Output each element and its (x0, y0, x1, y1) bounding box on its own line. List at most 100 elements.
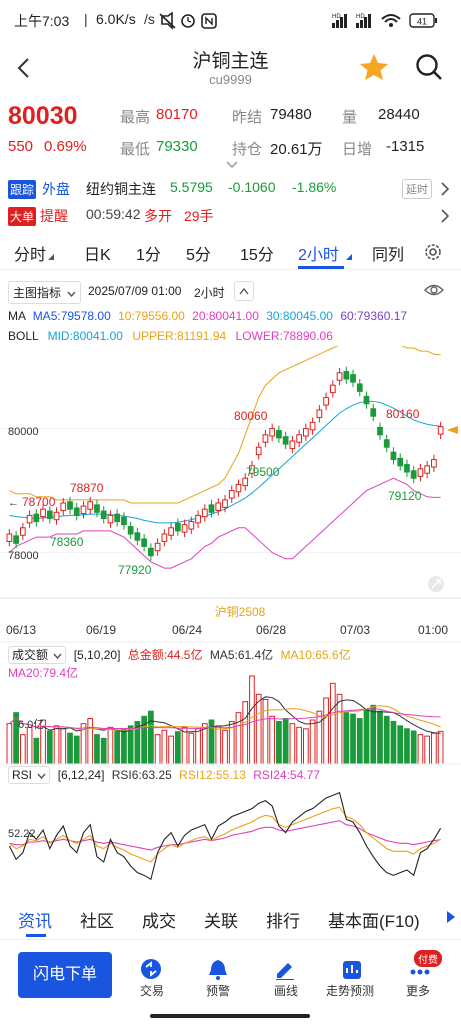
chevron-right-icon (441, 209, 450, 223)
volume-total: 总金额:44.5亿 (127, 648, 203, 662)
home-indicator (150, 1014, 310, 1018)
candle-body (377, 426, 383, 436)
trend-forecast-icon[interactable] (340, 958, 364, 980)
candle-body (410, 470, 417, 479)
search-icon[interactable] (414, 52, 444, 82)
collapse-button[interactable] (234, 281, 254, 301)
candle-body (222, 499, 228, 508)
tab-same-column[interactable]: 同列 (372, 241, 404, 265)
price-annotation: 79120 (388, 489, 422, 503)
tab-daily[interactable]: 日K (84, 241, 111, 265)
rsi24-value: RSI24:54.77 (253, 768, 320, 782)
volume-bar (188, 732, 195, 765)
x-tick-label: 06/28 (256, 623, 286, 637)
candle-body (33, 513, 40, 523)
bell-icon[interactable] (206, 958, 230, 980)
foreign-contract-name: 纽约铜主连 (86, 181, 156, 197)
tab-news[interactable]: 资讯 (18, 907, 52, 932)
volume-bar (161, 729, 168, 765)
volume-legend: 成交额 [5,10,20] 总金额:44.5亿 MA5:61.4亿 MA10:6… (8, 646, 351, 664)
ma-title: MA (8, 309, 26, 323)
quick-order-button[interactable]: 闪电下单 (18, 952, 112, 998)
candle-body (195, 514, 201, 524)
tab-fundamentals[interactable]: 基本面(F10) (328, 907, 420, 932)
candle-body (282, 436, 289, 445)
tab-related[interactable]: 关联 (204, 907, 238, 932)
network-speed-unit: /s (144, 11, 155, 27)
candle-body (73, 507, 80, 516)
eye-icon[interactable] (424, 282, 444, 298)
candle-body (289, 440, 296, 449)
candle-body (356, 383, 363, 392)
tab-ranking[interactable]: 排行 (266, 907, 300, 932)
volume-indicator-select[interactable]: 成交额 (8, 646, 67, 664)
active-tab-underline (26, 934, 46, 937)
tab-trades[interactable]: 成交 (142, 907, 176, 932)
volume-bar (296, 726, 302, 765)
tab-1min[interactable]: 1分 (136, 241, 161, 265)
draw-line-label[interactable]: 画线 (274, 982, 298, 999)
prev-settle-value: 79480 (270, 106, 312, 123)
volume-bar (329, 682, 336, 765)
more-label[interactable]: 更多 (406, 982, 430, 999)
favorite-star-icon[interactable] (358, 52, 390, 82)
candle-body (174, 522, 181, 532)
settings-gear-icon[interactable] (422, 241, 444, 263)
candle-body (276, 429, 282, 439)
dropdown-corner-icon (346, 254, 352, 260)
volume-bar (397, 725, 404, 765)
contract-label: 沪铜2508 (215, 604, 266, 619)
price-annotation: 78360 (50, 535, 84, 549)
volume-bar (350, 713, 356, 765)
candle-body (87, 501, 94, 510)
alarm-icon (181, 14, 195, 28)
volume-bar (181, 726, 188, 765)
candle-body (94, 504, 100, 513)
candle-body (323, 397, 329, 406)
candle-body (417, 468, 424, 477)
rsi-indicator-select[interactable]: RSI (8, 766, 51, 784)
trade-icon[interactable] (139, 958, 163, 980)
rsi24-line (9, 820, 441, 851)
tab-community[interactable]: 社区 (80, 907, 114, 932)
volume-bar (174, 731, 181, 765)
mute-icon (159, 12, 176, 30)
rsi-legend: RSI [6,12,24] RSI6:63.25 RSI12:55.13 RSI… (8, 766, 320, 784)
volume-bar (87, 718, 94, 765)
tab-intraday[interactable]: 分时 (14, 241, 46, 265)
trade-label[interactable]: 交易 (140, 982, 164, 999)
candle-body (134, 532, 141, 541)
price-annotation: 80060 (234, 409, 268, 423)
boll-title: BOLL (8, 329, 39, 343)
battery-level: 41 (417, 17, 427, 27)
candle-body (121, 516, 127, 526)
main-indicator-select[interactable]: 主图指标 (8, 281, 82, 304)
tab-2hour[interactable]: 2小时 (298, 241, 339, 265)
volume-ma5: MA5:61.4亿 (209, 648, 274, 662)
signal-hd-label-2: HD (356, 14, 365, 20)
volume-bar (404, 728, 410, 765)
price-annotation: 79500 (246, 465, 280, 479)
volume-bar (303, 728, 309, 765)
price-change-pct: 0.69% (44, 138, 87, 155)
foreign-market-row[interactable]: 跟踪 外盘 纽约铜主连 5.5795 -0.1060 -1.86% 延时 (0, 176, 461, 202)
active-tab-underline (298, 266, 344, 269)
expand-down-icon[interactable] (225, 160, 239, 170)
pen-icon[interactable] (273, 958, 297, 980)
candle-body (255, 446, 262, 456)
tab-15min[interactable]: 15分 (240, 241, 274, 265)
tab-5min[interactable]: 5分 (186, 241, 211, 265)
candle-body (40, 508, 46, 518)
volume-bar (215, 725, 222, 765)
ma20-value: 20:80041.00 (192, 309, 259, 323)
volume-bar (26, 726, 33, 765)
kline-chart[interactable]: ← 78700 78870 78360 77920 80060 79500 80160 7912… (0, 346, 461, 894)
nfc-icon (201, 13, 217, 29)
alert-label[interactable]: 预警 (206, 982, 230, 999)
big-order-row[interactable]: 大单 提醒 00:59:42 多开 29手 (0, 204, 461, 228)
trend-forecast-label[interactable]: 走势预测 (326, 982, 374, 999)
candle-body (141, 538, 147, 547)
candle-body (296, 434, 302, 443)
big-order-time: 00:59:42 (86, 206, 141, 222)
tab-scroll-right-icon[interactable] (446, 910, 456, 924)
